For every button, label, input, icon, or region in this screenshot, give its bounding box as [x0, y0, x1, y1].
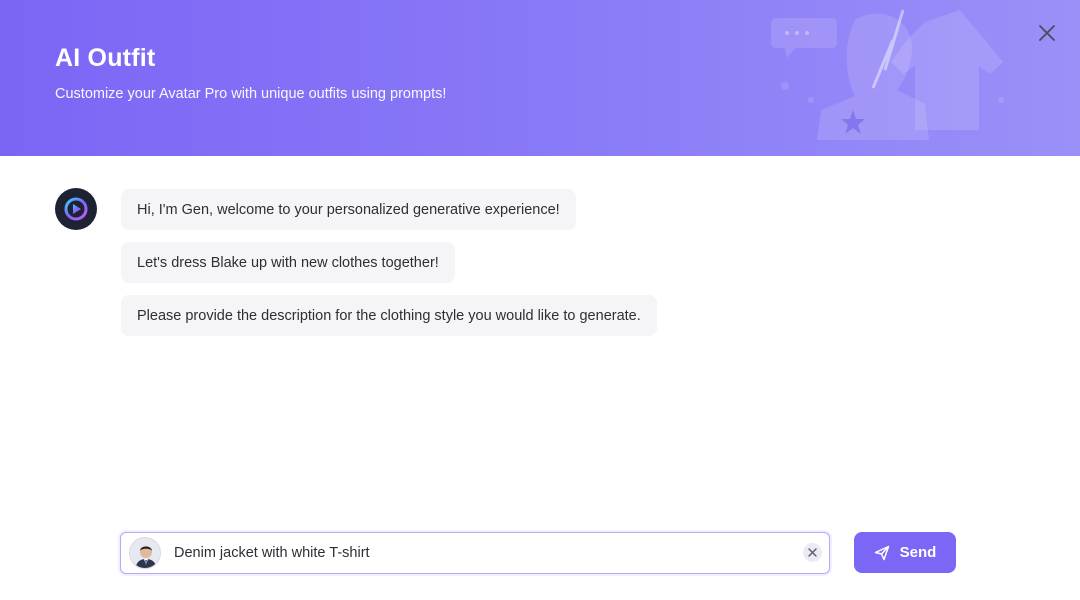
outfit-illustration [771, 9, 1004, 141]
prompt-input[interactable] [174, 538, 784, 568]
bot-avatar [55, 188, 97, 230]
page-subtitle: Customize your Avatar Pro with unique ou… [55, 86, 447, 102]
gen-logo-icon [64, 197, 88, 221]
chat-message: Hi, I'm Gen, welcome to your personalize… [121, 189, 576, 230]
close-icon [1039, 25, 1055, 41]
page-title: AI Outfit [55, 44, 156, 72]
avatar-portrait-icon [130, 538, 160, 568]
user-avatar [129, 537, 161, 569]
chat-message-text: Let's dress Blake up with new clothes to… [137, 254, 439, 271]
send-label: Send [899, 544, 937, 561]
prompt-input-container [120, 532, 830, 574]
chat-message: Let's dress Blake up with new clothes to… [121, 242, 455, 283]
send-icon [874, 545, 889, 560]
clear-button[interactable] [803, 543, 822, 562]
header-banner: AI Outfit Customize your Avatar Pro with… [0, 0, 1080, 156]
chat-message-text: Please provide the description for the c… [137, 307, 641, 324]
send-button[interactable]: Send [854, 532, 956, 573]
chat-message: Please provide the description for the c… [121, 295, 657, 336]
chat-message-text: Hi, I'm Gen, welcome to your personalize… [137, 201, 560, 218]
close-button[interactable] [1032, 18, 1062, 48]
clear-icon [808, 548, 817, 557]
